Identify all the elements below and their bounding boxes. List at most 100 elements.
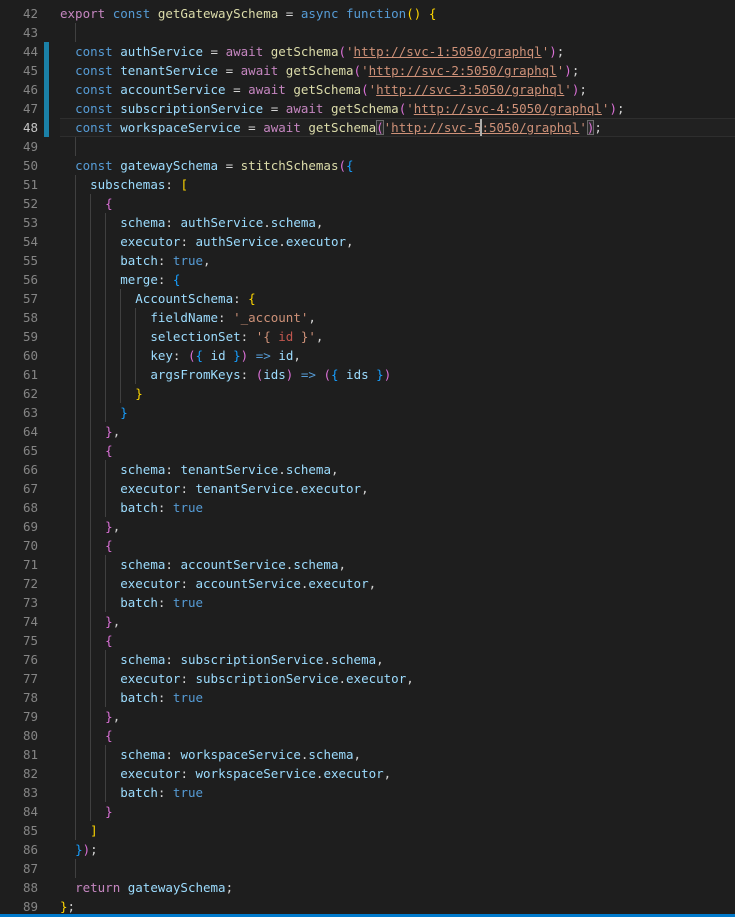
code-line[interactable]: 62 }	[0, 384, 735, 403]
code-line[interactable]: 80 {	[0, 726, 735, 745]
code-line[interactable]: 56 merge: {	[0, 270, 735, 289]
code-line[interactable]: 57 AccountSchema: {	[0, 289, 735, 308]
line-number[interactable]: 83	[0, 783, 38, 802]
code-line[interactable]: 49	[0, 137, 735, 156]
code-line[interactable]: 76 schema: subscriptionService.schema,	[0, 650, 735, 669]
code-line[interactable]: 85 ]	[0, 821, 735, 840]
code-line[interactable]: 71 schema: accountService.schema,	[0, 555, 735, 574]
code-line[interactable]: 47 const subscriptionService = await get…	[0, 99, 735, 118]
line-number[interactable]: 68	[0, 498, 38, 517]
code-line[interactable]: 55 batch: true,	[0, 251, 735, 270]
line-number[interactable]: 78	[0, 688, 38, 707]
line-number[interactable]: 46	[0, 80, 38, 99]
git-modified-indicator[interactable]	[44, 61, 49, 80]
line-number[interactable]: 63	[0, 403, 38, 422]
line-number[interactable]: 76	[0, 650, 38, 669]
code-line[interactable]: 59 selectionSet: '{ id }',	[0, 327, 735, 346]
line-number[interactable]: 52	[0, 194, 38, 213]
code-line[interactable]: 86 });	[0, 840, 735, 859]
line-number[interactable]: 71	[0, 555, 38, 574]
line-number[interactable]: 51	[0, 175, 38, 194]
code-line[interactable]: 77 executor: subscriptionService.executo…	[0, 669, 735, 688]
code-line[interactable]: 72 executor: accountService.executor,	[0, 574, 735, 593]
line-number[interactable]: 87	[0, 859, 38, 878]
code-line[interactable]: 81 schema: workspaceService.schema,	[0, 745, 735, 764]
code-line[interactable]: 60 key: ({ id }) => id,	[0, 346, 735, 365]
code-line[interactable]: 53 schema: authService.schema,	[0, 213, 735, 232]
line-number[interactable]: 44	[0, 42, 38, 61]
line-number[interactable]: 57	[0, 289, 38, 308]
line-number[interactable]: 75	[0, 631, 38, 650]
code-line[interactable]: 52 {	[0, 194, 735, 213]
line-number[interactable]: 50	[0, 156, 38, 175]
line-number[interactable]: 59	[0, 327, 38, 346]
line-number[interactable]: 60	[0, 346, 38, 365]
line-number[interactable]: 47	[0, 99, 38, 118]
line-number[interactable]: 82	[0, 764, 38, 783]
indent-guide	[75, 403, 76, 422]
code-line[interactable]: 70 {	[0, 536, 735, 555]
line-number[interactable]: 67	[0, 479, 38, 498]
line-number[interactable]: 64	[0, 422, 38, 441]
line-number[interactable]: 70	[0, 536, 38, 555]
code-line[interactable]: 83 batch: true	[0, 783, 735, 802]
code-line[interactable]: 66 schema: tenantService.schema,	[0, 460, 735, 479]
code-line[interactable]: 65 {	[0, 441, 735, 460]
line-number[interactable]: 84	[0, 802, 38, 821]
line-number[interactable]: 79	[0, 707, 38, 726]
code-line[interactable]: 74 },	[0, 612, 735, 631]
line-number[interactable]: 81	[0, 745, 38, 764]
code-line[interactable]: 51 subschemas: [	[0, 175, 735, 194]
line-number[interactable]: 85	[0, 821, 38, 840]
line-number[interactable]: 61	[0, 365, 38, 384]
line-number[interactable]: 56	[0, 270, 38, 289]
code-line[interactable]: 67 executor: tenantService.executor,	[0, 479, 735, 498]
code-line[interactable]: 46 const accountService = await getSchem…	[0, 80, 735, 99]
code-line[interactable]: 87	[0, 859, 735, 878]
line-number[interactable]: 80	[0, 726, 38, 745]
git-modified-indicator[interactable]	[44, 99, 49, 118]
code-line[interactable]: 43	[0, 23, 735, 42]
code-line[interactable]: 42export const getGatewaySchema = async …	[0, 4, 735, 23]
code-line[interactable]: 82 executor: workspaceService.executor,	[0, 764, 735, 783]
code-line[interactable]: 48 const workspaceService = await getSch…	[0, 118, 735, 137]
code-line[interactable]: 73 batch: true	[0, 593, 735, 612]
line-number[interactable]: 65	[0, 441, 38, 460]
line-number[interactable]: 86	[0, 840, 38, 859]
line-number[interactable]: 53	[0, 213, 38, 232]
code-line[interactable]: 79 },	[0, 707, 735, 726]
line-number[interactable]: 55	[0, 251, 38, 270]
code-line[interactable]: 88 return gatewaySchema;	[0, 878, 735, 897]
line-number[interactable]: 77	[0, 669, 38, 688]
line-number[interactable]: 58	[0, 308, 38, 327]
git-modified-indicator[interactable]	[44, 80, 49, 99]
code-line[interactable]: 63 }	[0, 403, 735, 422]
git-modified-indicator[interactable]	[44, 118, 49, 137]
line-number[interactable]: 45	[0, 61, 38, 80]
line-number[interactable]: 69	[0, 517, 38, 536]
line-number[interactable]: 62	[0, 384, 38, 403]
code-line[interactable]: 75 {	[0, 631, 735, 650]
code-line[interactable]: 68 batch: true	[0, 498, 735, 517]
code-line[interactable]: 69 },	[0, 517, 735, 536]
code-line[interactable]: 64 },	[0, 422, 735, 441]
code-line[interactable]: 84 }	[0, 802, 735, 821]
line-number[interactable]: 49	[0, 137, 38, 156]
code-line[interactable]: 45 const tenantService = await getSchema…	[0, 61, 735, 80]
code-line[interactable]: 61 argsFromKeys: (ids) => ({ ids })	[0, 365, 735, 384]
code-line[interactable]: 58 fieldName: '_account',	[0, 308, 735, 327]
code-line[interactable]: 78 batch: true	[0, 688, 735, 707]
code-line[interactable]: 44 const authService = await getSchema('…	[0, 42, 735, 61]
line-number[interactable]: 54	[0, 232, 38, 251]
line-number[interactable]: 74	[0, 612, 38, 631]
code-line[interactable]: 50 const gatewaySchema = stitchSchemas({	[0, 156, 735, 175]
line-number[interactable]: 73	[0, 593, 38, 612]
git-modified-indicator[interactable]	[44, 42, 49, 61]
line-number[interactable]: 48	[0, 118, 38, 137]
line-number[interactable]: 43	[0, 23, 38, 42]
line-number[interactable]: 72	[0, 574, 38, 593]
line-number[interactable]: 88	[0, 878, 38, 897]
line-number[interactable]: 42	[0, 4, 38, 23]
code-line[interactable]: 54 executor: authService.executor,	[0, 232, 735, 251]
line-number[interactable]: 66	[0, 460, 38, 479]
